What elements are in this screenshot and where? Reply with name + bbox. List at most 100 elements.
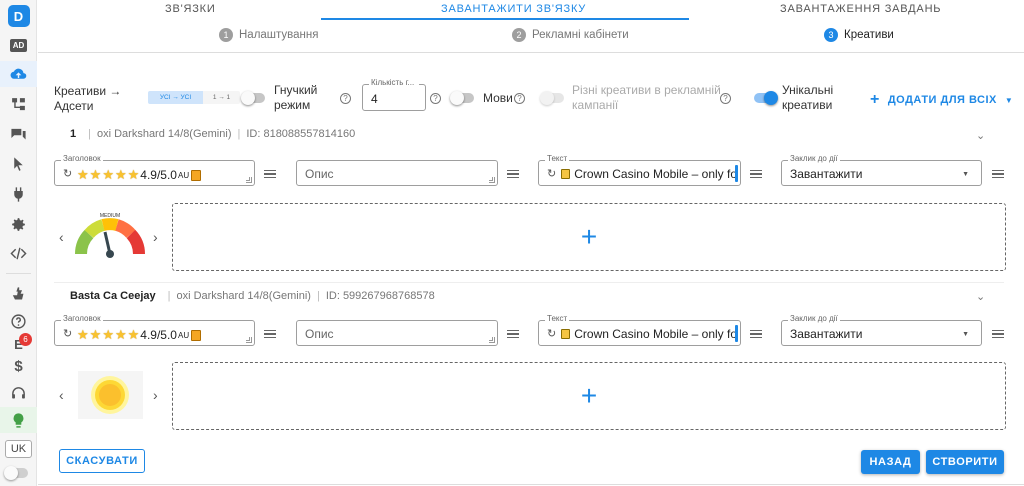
title-field-label: Заголовок — [61, 314, 103, 323]
text-field[interactable]: Текст ↻ Crown Casino Mobile – only fo — [538, 314, 741, 346]
step-creatives[interactable]: 3 Креативи — [824, 28, 894, 42]
unique-line1: Унікальні — [782, 83, 834, 97]
menu-icon[interactable] — [507, 330, 519, 338]
tab-links[interactable]: ЗВ'ЯЗКИ — [165, 3, 216, 15]
chevron-down-icon[interactable]: ⌄ — [976, 129, 985, 142]
resize-handle[interactable] — [246, 177, 252, 183]
refresh-icon[interactable]: ↻ — [547, 327, 556, 340]
resize-handle[interactable] — [489, 177, 495, 183]
mapping-all-to-all[interactable]: УСІ → УСІ — [148, 91, 203, 104]
lightbulb-icon — [13, 412, 24, 428]
section-divider — [54, 282, 1004, 283]
count-field[interactable]: Кількість г... 4 — [362, 78, 426, 111]
cta-select[interactable]: Заклик до дії Завантажити ▼ — [781, 314, 982, 346]
sidebar-item-settings[interactable] — [0, 211, 37, 237]
chevron-down-icon[interactable]: ⌄ — [976, 290, 985, 303]
menu-icon[interactable] — [264, 170, 276, 178]
cancel-button[interactable]: СКАСУВАТИ — [59, 449, 145, 473]
refresh-icon[interactable]: ↻ — [63, 327, 72, 340]
sidebar-item-structure[interactable] — [0, 91, 37, 117]
language-selector[interactable]: UK — [5, 440, 32, 458]
separator: | — [167, 290, 171, 302]
title-field[interactable]: Заголовок ↻ ★ ★ ★ ★ ★ 4.9/5.0 AU — [54, 314, 255, 346]
title-field-label: Заголовок — [61, 154, 103, 163]
help-icon[interactable]: ? — [514, 93, 525, 104]
menu-icon[interactable] — [750, 330, 762, 338]
languages-toggle[interactable] — [450, 91, 474, 105]
sidebar-item-ship[interactable] — [0, 281, 37, 307]
unique-creatives-toggle[interactable] — [754, 91, 778, 105]
cta-select[interactable]: Заклик до дії Завантажити ▼ — [781, 154, 982, 186]
step-settings[interactable]: 1 Налаштування — [219, 28, 318, 42]
prev-arrow-icon[interactable]: ‹ — [59, 387, 64, 403]
title-field[interactable]: Заголовок ↻ ★ ★ ★ ★ ★ 4.9/5.0 AU — [54, 154, 255, 186]
sidebar-item-pointer[interactable] — [0, 151, 37, 177]
sidebar-item-upload[interactable] — [0, 61, 37, 87]
header-divider — [38, 52, 1024, 53]
step-number: 1 — [219, 28, 233, 42]
text-value: Crown Casino Mobile – only fo — [574, 327, 737, 341]
flexible-mode-toggle[interactable] — [241, 91, 265, 105]
description-field[interactable]: Опис — [296, 160, 498, 186]
refresh-icon[interactable]: ↻ — [547, 167, 556, 180]
menu-icon[interactable] — [992, 330, 1004, 338]
mapping-one-to-one[interactable]: 1 → 1 — [203, 91, 240, 104]
resize-handle[interactable] — [489, 337, 495, 343]
title-rating: 4.9/5.0 — [140, 168, 177, 182]
scrollbar[interactable] — [735, 165, 738, 182]
tab-task-uploads[interactable]: ЗАВАНТАЖЕННЯ ЗАВДАНЬ — [780, 3, 941, 15]
sidebar-item-chat[interactable] — [0, 121, 37, 147]
creative-thumbnail[interactable]: MEDIUM — [75, 208, 145, 264]
different-creatives-toggle[interactable] — [540, 91, 564, 105]
caret-down-icon: ▼ — [962, 171, 969, 178]
add-creative-dropzone[interactable]: + — [172, 362, 1006, 430]
menu-icon[interactable] — [750, 170, 762, 178]
chat-icon — [11, 128, 26, 139]
description-placeholder: Опис — [305, 167, 334, 181]
cursor-icon — [14, 156, 23, 171]
back-button[interactable]: НАЗАД — [861, 450, 920, 474]
star-icon: ★ — [89, 167, 102, 182]
sidebar-item-support[interactable] — [0, 380, 37, 406]
description-field[interactable]: Опис — [296, 320, 498, 346]
sidebar-item-ads[interactable]: AD — [0, 32, 37, 58]
sidebar-item-plugins[interactable] — [0, 181, 37, 207]
title-field-value: ★ ★ ★ ★ ★ 4.9/5.0 AU — [77, 167, 202, 183]
text-field[interactable]: Текст ↻ Crown Casino Mobile – only fo — [538, 154, 741, 186]
title-suffix: AU — [177, 170, 190, 180]
add-for-all-button[interactable]: + ДОДАТИ ДЛЯ ВСІХ ▼ — [870, 91, 1013, 109]
ad-number: Basta Ca Ceejay — [70, 290, 156, 302]
help-icon[interactable]: ? — [430, 93, 441, 104]
text-field-label: Текст — [545, 154, 570, 163]
menu-icon[interactable] — [992, 170, 1004, 178]
menu-icon[interactable] — [264, 330, 276, 338]
sidebar: D AD E 6 $ UK — [0, 0, 37, 486]
next-arrow-icon[interactable]: › — [153, 229, 158, 245]
theme-toggle[interactable] — [4, 466, 28, 480]
star-icon: ★ — [77, 327, 89, 342]
sidebar-item-ideas[interactable] — [0, 407, 37, 433]
menu-icon[interactable] — [507, 170, 519, 178]
create-button[interactable]: СТВОРИТИ — [926, 450, 1004, 474]
sidebar-item-billing[interactable]: $ — [0, 353, 37, 379]
help-icon[interactable]: ? — [720, 93, 731, 104]
scrollbar[interactable] — [735, 325, 738, 342]
star-icon: ★ — [102, 167, 114, 182]
step-ad-accounts[interactable]: 2 Рекламні кабінети — [512, 28, 629, 42]
cta-select-label: Заклик до дії — [788, 314, 840, 323]
sidebar-item-code[interactable] — [0, 240, 37, 266]
creative-thumbnail[interactable] — [78, 371, 143, 419]
resize-handle[interactable] — [246, 337, 252, 343]
next-arrow-icon[interactable]: › — [153, 387, 158, 403]
cta-select-value: Завантажити — [790, 167, 863, 181]
refresh-icon[interactable]: ↻ — [63, 167, 72, 180]
mapping-toggle[interactable]: УСІ → УСІ 1 → 1 — [148, 91, 240, 104]
mapping-label-line2: Адсети — [54, 99, 94, 113]
tab-upload-link[interactable]: ЗАВАНТАЖИТИ ЗВ'ЯЗКУ — [441, 3, 586, 15]
separator: | — [316, 290, 320, 302]
app-logo[interactable]: D — [0, 3, 37, 29]
help-icon[interactable]: ? — [340, 93, 351, 104]
prev-arrow-icon[interactable]: ‹ — [59, 229, 64, 245]
casino-icon — [561, 169, 571, 179]
add-creative-dropzone[interactable]: + — [172, 203, 1006, 271]
